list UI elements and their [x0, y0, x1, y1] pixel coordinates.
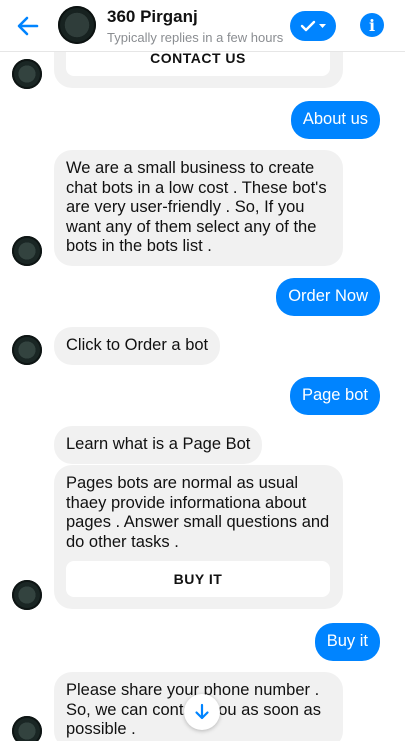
bot-avatar: [12, 716, 42, 741]
outgoing-message: Page bot: [289, 377, 380, 415]
arrow-left-icon[interactable]: [14, 12, 42, 40]
page-avatar[interactable]: [58, 6, 96, 44]
info-icon[interactable]: i: [360, 13, 384, 37]
incoming-message: Click to Order a bot: [54, 327, 221, 365]
buy-it-button[interactable]: BUY IT: [66, 561, 330, 597]
arrow-down-icon[interactable]: [184, 694, 220, 730]
outgoing-message: Buy it: [314, 623, 380, 661]
card-text: Pages bots are normal as usual thaey pro…: [66, 474, 330, 551]
bot-avatar: [12, 580, 42, 610]
check-chevron-icon[interactable]: [290, 11, 336, 41]
outgoing-message: Order Now: [276, 278, 380, 316]
outgoing-message: About us: [290, 101, 380, 139]
bot-avatar: [12, 335, 42, 365]
incoming-message: Learn what is a Page Bot: [54, 426, 263, 464]
page-title[interactable]: 360 Pirganj: [107, 7, 198, 27]
chat-header: 360 Pirganj Typically replies in a few h…: [0, 0, 405, 52]
page-status: Typically replies in a few hours: [107, 30, 284, 45]
incoming-message: We are a small business to create chat b…: [54, 150, 343, 266]
bot-avatar: [12, 59, 42, 89]
bot-avatar: [12, 236, 42, 266]
